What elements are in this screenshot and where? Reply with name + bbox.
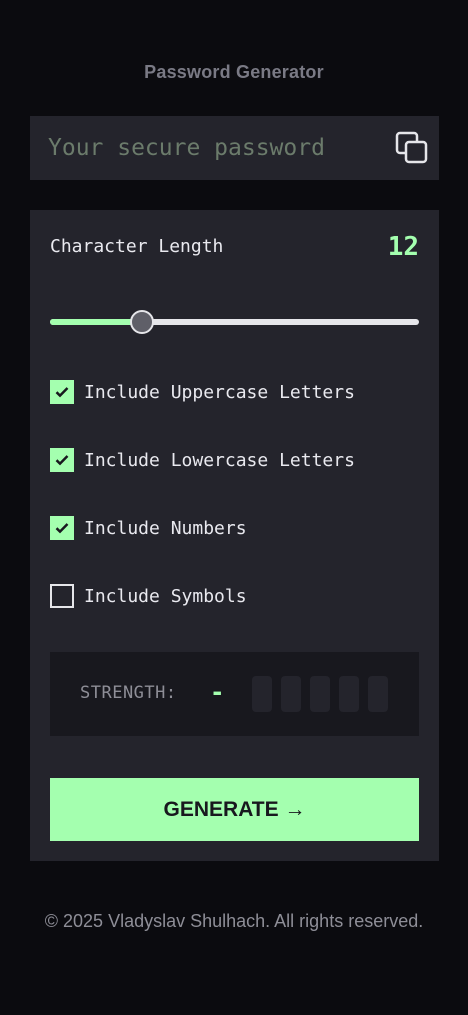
lowercase-label: Include Lowercase Letters [84, 449, 355, 471]
option-symbols[interactable]: Include Symbols [50, 584, 247, 608]
length-slider[interactable] [50, 310, 419, 334]
option-uppercase[interactable]: Include Uppercase Letters [50, 380, 355, 404]
lowercase-checkbox[interactable] [50, 448, 74, 472]
strength-bar [310, 676, 330, 712]
numbers-label: Include Numbers [84, 517, 247, 539]
symbols-label: Include Symbols [84, 585, 247, 607]
slider-thumb[interactable] [130, 310, 154, 334]
copy-icon [395, 131, 428, 164]
settings-card: Character Length 12 Include Uppercase Le… [30, 210, 439, 861]
password-display [30, 116, 439, 180]
length-value: 12 [387, 232, 419, 262]
check-icon [55, 455, 69, 466]
generate-button[interactable]: GENERATE → [50, 778, 419, 841]
footer-copyright: © 2025 Vladyslav Shulhach. All rights re… [44, 911, 424, 931]
strength-label: STRENGTH: [80, 683, 177, 703]
password-field[interactable] [30, 116, 370, 180]
option-numbers[interactable]: Include Numbers [50, 516, 247, 540]
strength-bar [339, 676, 359, 712]
strength-value: - [210, 678, 225, 706]
check-icon [55, 387, 69, 398]
copy-button[interactable] [395, 131, 429, 165]
numbers-checkbox[interactable] [50, 516, 74, 540]
strength-bar [281, 676, 301, 712]
symbols-checkbox[interactable] [50, 584, 74, 608]
slider-fill [50, 319, 142, 325]
option-lowercase[interactable]: Include Lowercase Letters [50, 448, 355, 472]
strength-meter: STRENGTH: - [50, 652, 419, 736]
uppercase-checkbox[interactable] [50, 380, 74, 404]
length-label: Character Length [50, 236, 224, 257]
strength-bars [252, 676, 388, 712]
strength-bar [252, 676, 272, 712]
check-icon [55, 523, 69, 534]
uppercase-label: Include Uppercase Letters [84, 381, 355, 403]
strength-bar [368, 676, 388, 712]
page-title: Password Generator [144, 62, 324, 82]
